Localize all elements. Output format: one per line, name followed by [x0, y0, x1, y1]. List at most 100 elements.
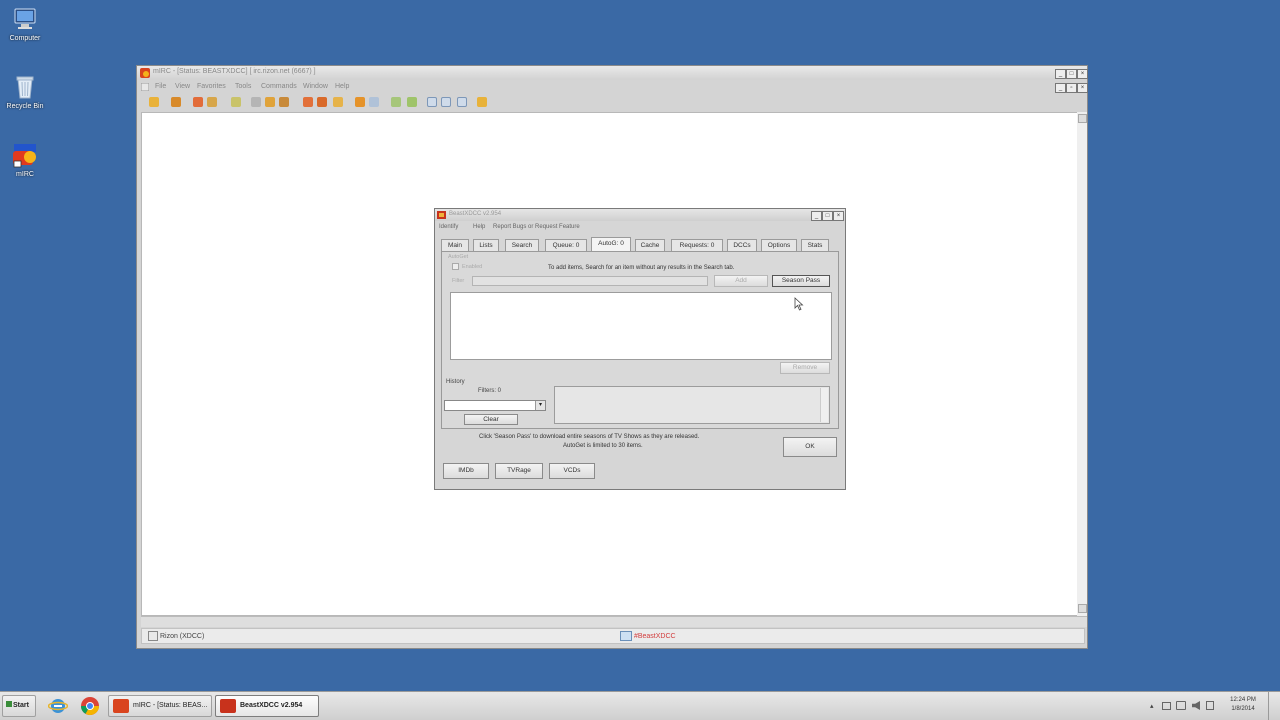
filter-label: Filter [452, 278, 465, 284]
maximize-button[interactable]: □ [1066, 69, 1077, 79]
tvrage-button[interactable]: TVRage [495, 463, 543, 479]
options-icon[interactable] [193, 97, 203, 107]
dialog-title-bar[interactable]: BeastXDCC v2.954 _ □ × [435, 209, 845, 221]
scroll-up-arrow-icon[interactable] [1078, 114, 1087, 123]
windows-logo-icon [6, 701, 12, 707]
url-list-icon[interactable] [369, 97, 379, 107]
mouse-cursor-icon [794, 297, 804, 311]
child-close-button[interactable]: × [1077, 83, 1088, 93]
editbox[interactable] [141, 616, 1087, 627]
channel-window-icon [620, 631, 632, 641]
tile-horizontal-icon[interactable] [441, 97, 451, 107]
tab-stats[interactable]: Stats [801, 239, 829, 251]
chat-icon[interactable] [317, 97, 327, 107]
tab-dccs[interactable]: DCCs [727, 239, 757, 251]
history-list[interactable] [554, 386, 830, 424]
footer-info-line-2: AutoGet is limited to 30 items. [563, 443, 643, 449]
tab-requests[interactable]: Requests: 0 [671, 239, 723, 251]
timer-icon[interactable] [407, 97, 417, 107]
tab-options[interactable]: Options [761, 239, 797, 251]
taskbar-beastxdcc-button[interactable]: BeastXDCC v2.954 [215, 695, 319, 717]
scripts-editor-icon[interactable] [265, 97, 275, 107]
switchbar-channel-item[interactable]: #BeastXDCC [620, 631, 770, 641]
dialog-maximize-button[interactable]: □ [822, 211, 833, 221]
desktop-icon-label: mIRC [16, 171, 34, 178]
desktop-icon-mirc[interactable]: mIRC [0, 142, 50, 178]
menu-tools[interactable]: Tools [235, 83, 251, 90]
mirc-menu-bar: File View Favorites Tools Commands Windo… [137, 81, 1088, 93]
clear-button[interactable]: Clear [464, 414, 518, 425]
status-window-scrollbar[interactable] [1077, 112, 1087, 616]
ok-button[interactable]: OK [783, 437, 837, 457]
season-pass-button[interactable]: Season Pass [772, 275, 830, 287]
menu-favorites[interactable]: Favorites [197, 83, 226, 90]
dialog-close-button[interactable]: × [833, 211, 844, 221]
history-filter-select[interactable]: ▾ [444, 400, 546, 411]
clock-date: 1/8/2014 [1231, 706, 1255, 712]
disconnect-icon[interactable] [171, 97, 181, 107]
enabled-checkbox[interactable] [452, 263, 459, 270]
channels-list-icon[interactable] [231, 97, 241, 107]
tray-app-icon[interactable] [1206, 701, 1214, 710]
remove-button[interactable]: Remove [780, 362, 830, 374]
mirc-toolbar [137, 94, 1087, 112]
send-file-icon[interactable] [303, 97, 313, 107]
notify-list-icon[interactable] [391, 97, 401, 107]
desktop-icon-computer[interactable]: Computer [0, 6, 50, 42]
tab-lists[interactable]: Lists [473, 239, 499, 251]
child-restore-button[interactable]: ▫ [1066, 83, 1077, 93]
minimize-button[interactable]: _ [1055, 69, 1066, 79]
child-minimize-button[interactable]: _ [1055, 83, 1066, 93]
menu-file[interactable]: File [155, 83, 166, 90]
tab-main[interactable]: Main [441, 239, 469, 251]
clock[interactable]: 12:24 PM 1/8/2014 [1226, 696, 1260, 714]
connect-icon[interactable] [149, 97, 159, 107]
dialog-minimize-button[interactable]: _ [811, 211, 822, 221]
menu-commands[interactable]: Commands [261, 83, 297, 90]
history-label: History [446, 379, 465, 385]
network-icon[interactable] [1176, 701, 1186, 710]
tab-search[interactable]: Search [505, 239, 539, 251]
autoget-items-list[interactable] [450, 292, 832, 360]
action-center-icon[interactable] [1162, 702, 1171, 710]
menu-window[interactable]: Window [303, 83, 328, 90]
dialog-menu-identify[interactable]: Identify [439, 224, 458, 230]
tab-autoget[interactable]: AutoG: 0 [591, 237, 631, 251]
mirc-app-icon [140, 68, 150, 78]
help-icon[interactable] [477, 97, 487, 107]
dialog-menu-help[interactable]: Help [473, 224, 485, 230]
volume-icon[interactable] [1192, 701, 1200, 710]
menu-view[interactable]: View [175, 83, 190, 90]
colors-icon[interactable] [355, 97, 365, 107]
enabled-checkbox-label: Enabled [462, 264, 483, 270]
menu-help[interactable]: Help [335, 83, 349, 90]
vcds-button[interactable]: VCDs [549, 463, 595, 479]
tab-queue[interactable]: Queue: 0 [545, 239, 587, 251]
tile-vertical-icon[interactable] [457, 97, 467, 107]
start-button[interactable]: Start [2, 695, 36, 717]
logs-icon[interactable] [279, 97, 289, 107]
filter-input[interactable] [472, 276, 708, 286]
chrome-icon[interactable] [80, 696, 100, 716]
mdi-child-icon[interactable] [141, 83, 149, 91]
history-list-scrollbar[interactable] [820, 388, 828, 422]
tab-cache[interactable]: Cache [635, 239, 665, 251]
cascade-icon[interactable] [427, 97, 437, 107]
imdb-button[interactable]: IMDb [443, 463, 489, 479]
chevron-down-icon[interactable]: ▾ [535, 401, 545, 410]
show-desktop-button[interactable] [1268, 692, 1280, 720]
mirc-title-bar[interactable]: mIRC - [Status: BEASTXDCC] [ irc.rizon.n… [137, 66, 1088, 80]
internet-explorer-icon[interactable] [48, 697, 68, 715]
add-button[interactable]: Add [714, 275, 768, 287]
show-hidden-icons-icon[interactable]: ▴ [1150, 702, 1154, 710]
address-book-icon[interactable] [251, 97, 261, 107]
received-files-icon[interactable] [333, 97, 343, 107]
switchbar-status-item[interactable]: Rizon (XDCC) [148, 631, 608, 641]
close-button[interactable]: × [1077, 69, 1088, 79]
favorites-icon[interactable] [207, 97, 217, 107]
scroll-down-arrow-icon[interactable] [1078, 604, 1087, 613]
desktop-icon-recycle-bin[interactable]: Recycle Bin [0, 74, 50, 110]
taskbar: Start mIRC - [Status: BEAS... BeastXDCC … [0, 691, 1280, 720]
taskbar-mirc-button[interactable]: mIRC - [Status: BEAS... [108, 695, 212, 717]
dialog-menu-report-bugs[interactable]: Report Bugs or Request Feature [493, 224, 580, 230]
